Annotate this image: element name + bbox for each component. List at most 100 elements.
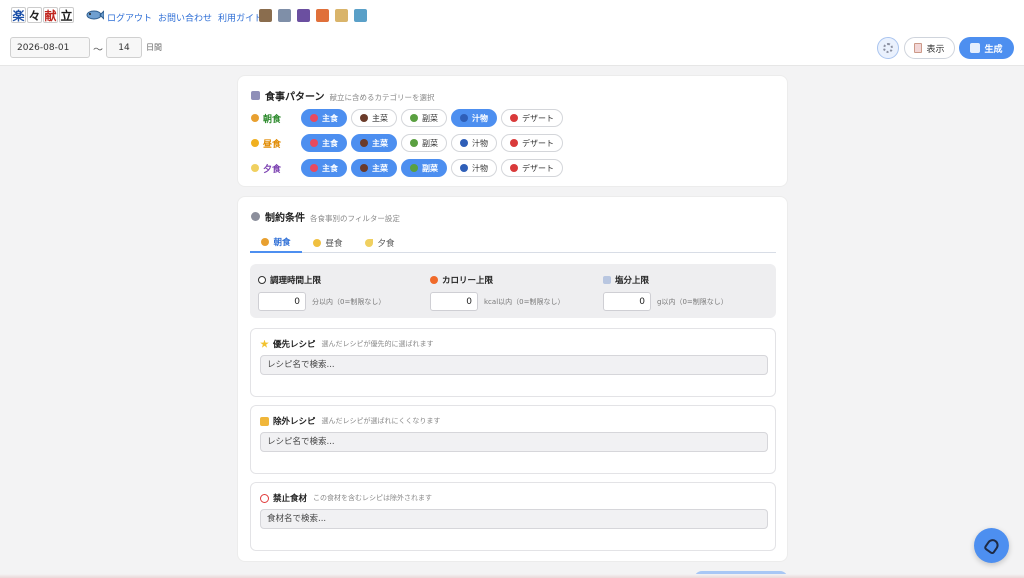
generate-button[interactable]: 生成 — [959, 37, 1014, 59]
sunrise-icon — [261, 238, 270, 246]
meal-pattern-subtitle: 献立に含めるカテゴリーを選択 — [329, 93, 435, 102]
guide-link[interactable]: 利用ガイド — [218, 11, 263, 24]
category-chips: 主食 主菜 副菜 汁物 デザート — [301, 134, 563, 152]
days-unit: 日間 — [146, 43, 162, 52]
tab-dinner[interactable]: 夕食 — [354, 233, 406, 253]
meal-pattern-header: 食事パターン 献立に含めるカテゴリーを選択 — [251, 88, 435, 103]
tab-lunch[interactable]: 昼食 — [302, 233, 354, 253]
excluded-recipe-search[interactable] — [260, 432, 768, 452]
meat-icon — [360, 114, 368, 122]
stopwatch-icon — [258, 276, 266, 284]
voice-input-button[interactable] — [974, 528, 1009, 563]
priority-recipe-search[interactable] — [260, 355, 768, 375]
fire-icon[interactable] — [316, 9, 329, 22]
calorie-limit: カロリー上限 kcal以内（0=制限なし） — [430, 274, 564, 311]
forbidden-ingredients-box: 禁止食材 この食材を含むレシピは除外されます — [250, 482, 776, 551]
chip-label: 主食 — [322, 138, 338, 148]
apple-icon — [510, 114, 518, 122]
start-date-input[interactable] — [10, 37, 90, 58]
category-chips: 主食 主菜 副菜 汁物 デザート — [301, 159, 563, 177]
chip-label: 汁物 — [472, 113, 488, 123]
chip-main-dish[interactable]: 主菜 — [351, 109, 397, 127]
tab-label: 昼食 — [325, 239, 343, 249]
nav-links: ログアウト お問い合わせ 利用ガイド — [107, 11, 263, 24]
magic-wand-icon — [970, 43, 981, 53]
chip-label: 汁物 — [472, 138, 488, 148]
meal-row: 昼食 主食 主菜 副菜 汁物 デザート — [251, 134, 563, 152]
forbidden-ingredient-search[interactable] — [260, 509, 768, 529]
tab-label: 夕食 — [377, 239, 395, 249]
priority-title: 優先レシピ — [273, 340, 316, 350]
book-icon[interactable] — [297, 9, 310, 22]
chip-label: 主食 — [322, 113, 338, 123]
chip-label: 主菜 — [372, 113, 388, 123]
chip-main-dish[interactable]: 主菜 — [351, 159, 397, 177]
constraints-card: 制約条件 各食事別のフィルター設定 朝食 昼食 夕食 調理時間上限 分以内（0=… — [237, 196, 788, 562]
thumbs-down-icon — [260, 416, 269, 426]
category-chips: 主食 主菜 副菜 汁物 デザート — [301, 109, 563, 127]
soup-icon — [460, 114, 468, 122]
meal-tabs: 朝食 昼食 夕食 — [250, 233, 776, 253]
chip-dessert[interactable]: デザート — [501, 134, 563, 152]
star-icon — [260, 339, 269, 348]
meal-pattern-title: 食事パターン — [265, 92, 325, 103]
calorie-input[interactable] — [430, 292, 478, 311]
logo-char: 立 — [59, 7, 74, 23]
contact-link[interactable]: お問い合わせ — [158, 11, 212, 24]
days-input[interactable] — [106, 37, 142, 58]
meal-pattern-icon — [251, 91, 260, 100]
chip-staple[interactable]: 主食 — [301, 134, 347, 152]
meal-label-text: 夕食 — [263, 164, 282, 175]
salt-input[interactable] — [603, 292, 651, 311]
chip-staple[interactable]: 主食 — [301, 109, 347, 127]
apple-icon — [510, 164, 518, 172]
chip-soup[interactable]: 汁物 — [451, 159, 497, 177]
moon-icon — [251, 164, 259, 172]
scroll-icon[interactable] — [335, 9, 348, 22]
chip-soup[interactable]: 汁物 — [451, 134, 497, 152]
chip-side-dish[interactable]: 副菜 — [401, 159, 447, 177]
meal-label-text: 昼食 — [263, 139, 282, 150]
sun-icon — [251, 139, 259, 147]
limit-label: 調理時間上限 — [270, 276, 322, 286]
chip-label: 汁物 — [472, 163, 488, 173]
chip-side-dish[interactable]: 副菜 — [401, 109, 447, 127]
logout-link[interactable]: ログアウト — [107, 11, 152, 24]
limit-unit: 分以内（0=制限なし） — [312, 297, 386, 306]
limits-panel: 調理時間上限 分以内（0=制限なし） カロリー上限 kcal以内（0=制限なし）… — [250, 264, 776, 318]
tab-breakfast[interactable]: 朝食 — [250, 233, 302, 253]
soup-icon — [460, 164, 468, 172]
gear-icon — [251, 212, 260, 221]
toolbar-icons — [259, 9, 367, 22]
chip-dessert[interactable]: デザート — [501, 109, 563, 127]
bowl-icon[interactable] — [259, 9, 272, 22]
chip-staple[interactable]: 主食 — [301, 159, 347, 177]
cook-time-input[interactable] — [258, 292, 306, 311]
priority-recipes-box: 優先レシピ 選んだレシピが優先的に選ばれます — [250, 328, 776, 397]
rice-ball-icon — [310, 139, 318, 147]
constraints-title: 制約条件 — [265, 213, 305, 224]
chip-label: デザート — [522, 163, 554, 173]
cook-time-limit: 調理時間上限 分以内（0=制限なし） — [258, 274, 385, 311]
meat-icon — [360, 164, 368, 172]
meal-row: 朝食 主食 主菜 副菜 汁物 デザート — [251, 109, 563, 127]
calendar-icon[interactable] — [278, 9, 291, 22]
salad-icon — [410, 164, 418, 172]
view-button[interactable]: 表示 — [904, 37, 955, 59]
chip-label: デザート — [522, 113, 554, 123]
fire-icon — [430, 276, 438, 284]
chip-dessert[interactable]: デザート — [501, 159, 563, 177]
chip-soup[interactable]: 汁物 — [451, 109, 497, 127]
chip-label: 主食 — [322, 163, 338, 173]
chip-main-dish[interactable]: 主菜 — [351, 134, 397, 152]
salt-shaker-icon — [603, 276, 611, 284]
constraints-subtitle: 各食事別のフィルター設定 — [310, 214, 400, 223]
limit-unit: g以内（0=制限なし） — [657, 297, 728, 306]
sun-icon — [313, 239, 322, 247]
chip-side-dish[interactable]: 副菜 — [401, 134, 447, 152]
image-icon[interactable] — [354, 9, 367, 22]
microphone-icon — [982, 536, 1001, 555]
app-logo[interactable]: 楽 々 献 立 — [11, 7, 74, 23]
document-icon — [914, 43, 923, 53]
settings-button[interactable] — [877, 37, 899, 59]
